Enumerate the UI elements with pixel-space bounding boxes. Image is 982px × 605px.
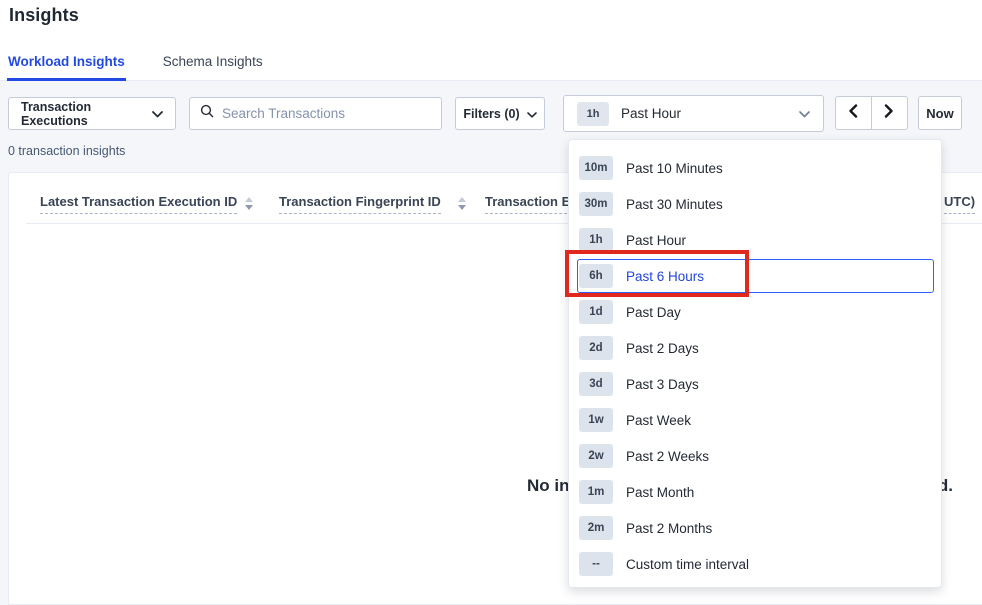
sort-asc-icon [245, 197, 253, 202]
time-option-badge: 2d [579, 336, 613, 360]
time-option-past-10-minutes[interactable]: 10m Past 10 Minutes [569, 150, 941, 186]
time-option-past-3-days[interactable]: 3d Past 3 Days [569, 366, 941, 402]
time-option-badge: 10m [579, 156, 613, 180]
search-icon [200, 104, 214, 123]
sort-icon[interactable] [245, 197, 253, 210]
insights-page: Insights Workload Insights Schema Insigh… [0, 0, 982, 605]
time-option-past-2-days[interactable]: 2d Past 2 Days [569, 330, 941, 366]
time-option-badge: 1w [579, 408, 613, 432]
next-range-button[interactable] [872, 97, 908, 129]
time-interval-dropdown: 10m Past 10 Minutes 30m Past 30 Minutes … [568, 139, 942, 588]
time-option-badge: -- [579, 552, 613, 576]
chevron-right-icon [884, 104, 894, 123]
now-button[interactable]: Now [918, 96, 962, 130]
insight-type-select[interactable]: Transaction Executions [8, 97, 176, 130]
prev-range-button[interactable] [836, 97, 872, 129]
time-option-label: Past 2 Months [626, 521, 712, 536]
chevron-down-icon [527, 105, 537, 123]
time-option-badge: 6h [579, 264, 613, 288]
time-option-label: Past 30 Minutes [626, 197, 723, 212]
time-option-past-2-months[interactable]: 2m Past 2 Months [569, 510, 941, 546]
time-option-badge: 2w [579, 444, 613, 468]
time-option-label: Past Month [626, 485, 694, 500]
page-title: Insights [9, 5, 79, 26]
time-option-custom-interval[interactable]: -- Custom time interval [569, 546, 941, 582]
column-header-utc-clipped[interactable]: UTC) [944, 194, 975, 214]
time-option-past-day[interactable]: 1d Past Day [569, 294, 941, 330]
time-option-past-month[interactable]: 1m Past Month [569, 474, 941, 510]
time-option-badge: 1d [579, 300, 613, 324]
page-header: Insights Workload Insights Schema Insigh… [0, 0, 982, 81]
time-option-label: Past 2 Days [626, 341, 699, 356]
time-option-label: Past Hour [626, 233, 686, 248]
time-option-label: Past 2 Weeks [626, 449, 709, 464]
search-input[interactable] [222, 106, 431, 121]
search-box[interactable] [189, 97, 442, 130]
time-option-label: Past 6 Hours [626, 269, 704, 284]
column-header-latest-transaction-execution-id[interactable]: Latest Transaction Execution ID [40, 194, 237, 214]
insights-count: 0 transaction insights [8, 144, 125, 158]
time-option-badge: 3d [579, 372, 613, 396]
time-option-past-30-minutes[interactable]: 30m Past 30 Minutes [569, 186, 941, 222]
now-label: Now [926, 106, 953, 121]
sort-icon[interactable] [458, 197, 466, 210]
time-interval-badge: 1h [577, 102, 609, 126]
tab-schema-insights[interactable]: Schema Insights [162, 46, 264, 81]
sort-desc-icon [458, 205, 466, 210]
column-header-transaction-fingerprint-id[interactable]: Transaction Fingerprint ID [279, 194, 441, 214]
time-option-badge: 1h [579, 228, 613, 252]
time-interval-select[interactable]: 1h Past Hour [563, 95, 824, 132]
time-option-past-week[interactable]: 1w Past Week [569, 402, 941, 438]
time-option-label: Custom time interval [626, 557, 749, 572]
chevron-left-icon [848, 104, 858, 123]
time-interval-label: Past Hour [621, 106, 799, 121]
chevron-down-icon [799, 105, 810, 123]
time-option-past-2-weeks[interactable]: 2w Past 2 Weeks [569, 438, 941, 474]
sort-asc-icon [458, 197, 466, 202]
time-option-label: Past Week [626, 413, 691, 428]
tab-workload-insights[interactable]: Workload Insights [7, 46, 126, 81]
filters-button[interactable]: Filters (0) [455, 97, 545, 130]
time-option-badge: 30m [579, 192, 613, 216]
column-header-transaction-execution-clipped[interactable]: Transaction Ex [485, 194, 577, 214]
sort-desc-icon [245, 205, 253, 210]
time-option-past-hour[interactable]: 1h Past Hour [569, 222, 941, 258]
chevron-down-icon [152, 105, 163, 123]
time-option-label: Past Day [626, 305, 681, 320]
time-option-label: Past 10 Minutes [626, 161, 723, 176]
time-option-past-6-hours[interactable]: 6h Past 6 Hours [569, 258, 941, 294]
time-option-badge: 1m [579, 480, 613, 504]
time-option-badge: 2m [579, 516, 613, 540]
filters-label: Filters (0) [463, 107, 519, 121]
time-range-arrows [835, 96, 908, 130]
time-option-label: Past 3 Days [626, 377, 699, 392]
insight-type-label: Transaction Executions [21, 100, 152, 128]
tab-bar: Workload Insights Schema Insights [7, 46, 264, 81]
